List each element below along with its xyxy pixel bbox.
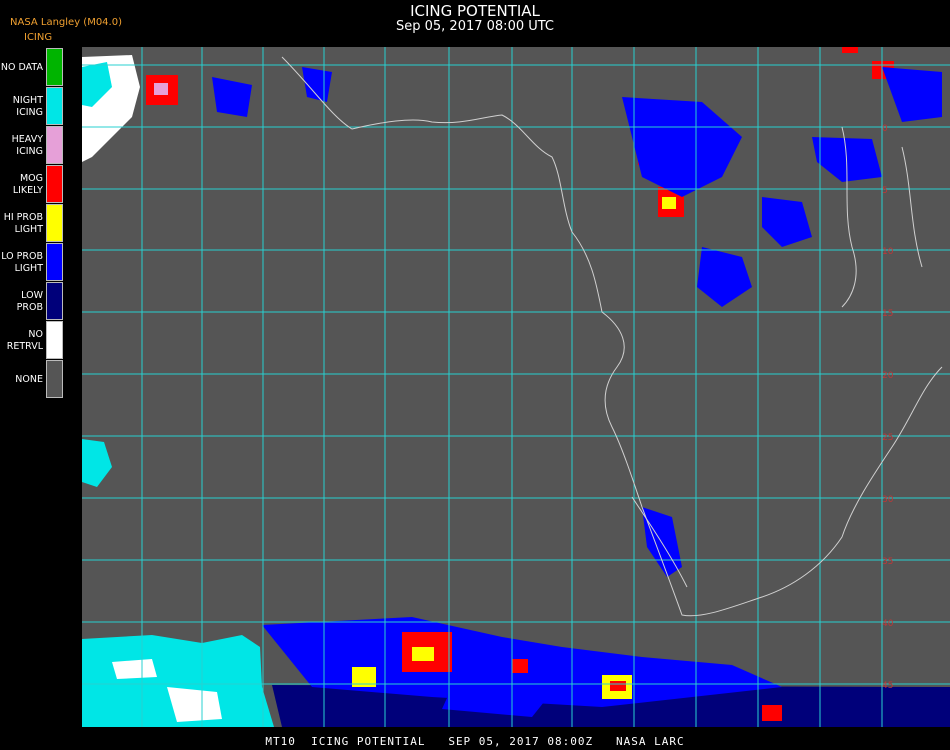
legend-item-no-retrieval: NO RETRVL (0, 321, 66, 360)
svg-text:40: 40 (882, 619, 894, 629)
legend-label: NO DATA (0, 61, 43, 73)
legend-label: LOW PROB (16, 289, 43, 313)
icing-map-panel: 0 5 10 15 20 25 30 35 40 45 (82, 47, 950, 727)
legend-swatch (46, 282, 63, 320)
page-title: ICING POTENTIAL (410, 2, 540, 20)
legend-item-heavy-icing: HEAVY ICING (0, 126, 66, 165)
legend-label: NO RETRVL (6, 328, 43, 352)
legend-label: HEAVY ICING (11, 133, 43, 157)
southern-no-retrieval-patch-2 (112, 659, 157, 679)
legend-item-low-prob: LOW PROB (0, 282, 66, 321)
legend-item-hi-prob-light: HI PROB LIGHT (0, 204, 66, 243)
legend-swatch (46, 126, 63, 164)
svg-text:10: 10 (882, 247, 894, 257)
legend-item-mog-likely: MOG LIKELY (0, 165, 66, 204)
svg-text:25: 25 (882, 433, 893, 443)
icing-map-image: 0 5 10 15 20 25 30 35 40 45 (82, 47, 950, 727)
footer-caption: MT10 ICING POTENTIAL SEP 05, 2017 08:00Z… (265, 735, 685, 748)
legend-label: NIGHT ICING (12, 94, 43, 118)
legend-swatch (46, 360, 63, 398)
svg-text:0: 0 (882, 124, 888, 134)
legend-swatch (46, 321, 63, 359)
legend-item-none: NONE (0, 360, 66, 399)
svg-text:5: 5 (882, 186, 888, 196)
legend-label: HI PROB LIGHT (3, 211, 43, 235)
legend-swatch (46, 87, 63, 125)
color-legend: NO DATA NIGHT ICING HEAVY ICING MOG LIKE… (0, 48, 66, 399)
legend-item-lo-prob-light: LO PROB LIGHT (0, 243, 66, 282)
svg-text:20: 20 (882, 371, 894, 381)
svg-text:35: 35 (882, 557, 893, 567)
svg-text:45: 45 (882, 681, 893, 691)
legend-swatch (46, 48, 63, 86)
legend-swatch (46, 243, 63, 281)
svg-text:15: 15 (882, 309, 893, 319)
svg-text:30: 30 (882, 495, 894, 505)
legend-label: NONE (15, 373, 43, 385)
legend-label: LO PROB LIGHT (1, 250, 43, 274)
legend-item-night-icing: NIGHT ICING (0, 87, 66, 126)
legend-item-no-data: NO DATA (0, 48, 66, 87)
timestamp-subtitle: Sep 05, 2017 08:00 UTC (395, 19, 555, 34)
legend-swatch (46, 204, 63, 242)
legend-swatch (46, 165, 63, 203)
legend-label: MOG LIKELY (12, 172, 43, 196)
